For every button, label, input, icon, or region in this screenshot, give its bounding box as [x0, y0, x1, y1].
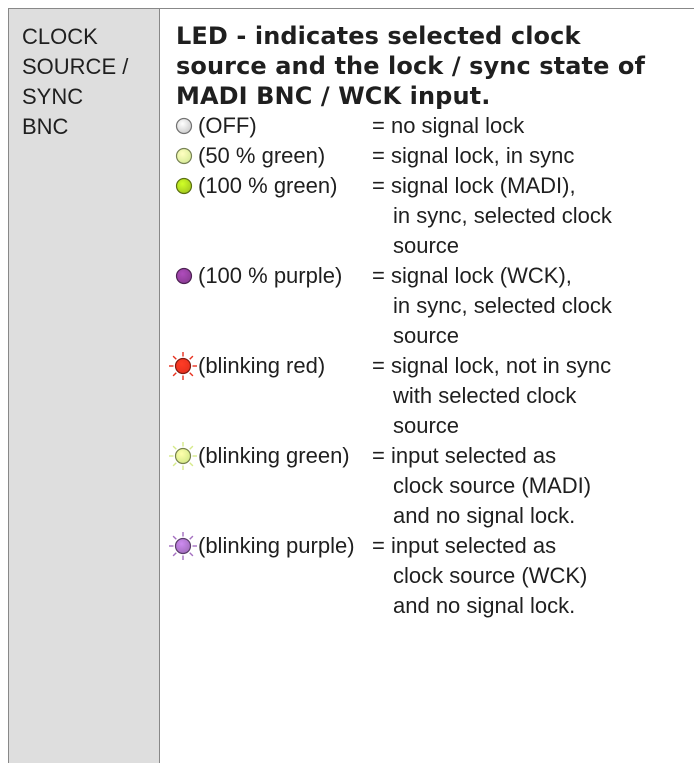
- led-state-meaning-line: source: [393, 323, 460, 348]
- control-label-line: BNC: [22, 114, 69, 139]
- control-label-line: SOURCE /: [22, 54, 129, 79]
- led-state-label: (100 % green): [198, 173, 338, 198]
- led-state-label: (OFF): [198, 113, 257, 138]
- led-state-meaning: = no signal lock: [372, 111, 524, 141]
- led-green-blinking-icon: [167, 441, 201, 471]
- label-column: CLOCK SOURCE / SYNC BNC: [9, 9, 159, 763]
- led-state-meaning-line: with selected clock: [393, 383, 577, 408]
- led-state-meaning-line: = signal lock, in sync: [372, 143, 575, 168]
- table-left-border: [8, 8, 9, 763]
- led-off-icon: [174, 111, 200, 141]
- control-label: CLOCK SOURCE / SYNC BNC: [22, 22, 128, 142]
- led-state-meaning-line: = no signal lock: [372, 113, 525, 138]
- led-state-meaning-line: and no signal lock.: [393, 593, 576, 618]
- led-purple-blinking-icon: [167, 531, 201, 561]
- column-divider: [159, 8, 160, 763]
- led-state-meaning-line: and no signal lock.: [393, 503, 576, 528]
- led-state-meaning-line: in sync, selected clock: [393, 293, 612, 318]
- led-state-meaning: = signal lock (WCK), in sync, selected cl…: [372, 261, 612, 351]
- control-label-line: CLOCK: [22, 24, 98, 49]
- led-state-meaning-line: clock source (WCK): [393, 563, 588, 588]
- led-description-table: CLOCK SOURCE / SYNC BNC LED - indicates …: [8, 8, 694, 763]
- led-heading-line: MADI BNC / WCK input.: [176, 82, 491, 110]
- led-state-meaning-line: = signal lock (MADI),: [372, 173, 576, 198]
- led-state-meaning-line: = signal lock (WCK),: [372, 263, 572, 288]
- led-heading-line: source and the lock / sync state of: [176, 52, 646, 80]
- led-green-full-icon: [174, 171, 200, 201]
- control-label-line: SYNC: [22, 84, 84, 109]
- led-state-meaning: = signal lock (MADI), in sync, selected c…: [372, 171, 612, 261]
- led-state-meaning-line: source: [393, 413, 460, 438]
- led-state-meaning-line: clock source (MADI): [393, 473, 592, 498]
- led-state-label: (blinking red): [198, 353, 326, 378]
- led-state-meaning: = signal lock, in sync: [372, 141, 574, 171]
- led-state-meaning-line: in sync, selected clock: [393, 203, 612, 228]
- led-purple-full-icon: [174, 261, 200, 291]
- led-green-half-icon: [174, 141, 200, 171]
- led-state-meaning-line: = input selected as: [372, 443, 557, 468]
- led-heading: LED - indicates selected clock source an…: [176, 21, 645, 111]
- led-red-blinking-icon: [167, 351, 201, 381]
- led-state-meaning-line: = signal lock, not in sync: [372, 353, 612, 378]
- led-state-meaning-line: = input selected as: [372, 533, 557, 558]
- led-state-label: (100 % purple): [198, 263, 343, 288]
- led-state-label: (blinking green): [198, 443, 350, 468]
- led-state-label: (50 % green): [198, 143, 326, 168]
- led-state-label: (blinking purple): [198, 533, 355, 558]
- led-state-meaning: = input selected as clock source (MADI) an…: [372, 441, 591, 531]
- led-state-meaning: = input selected as clock source (WCK) and…: [372, 531, 587, 621]
- led-state-meaning: = signal lock, not in sync with selected …: [372, 351, 611, 441]
- led-state-meaning-line: source: [393, 233, 460, 258]
- led-heading-line: LED - indicates selected clock: [176, 22, 581, 50]
